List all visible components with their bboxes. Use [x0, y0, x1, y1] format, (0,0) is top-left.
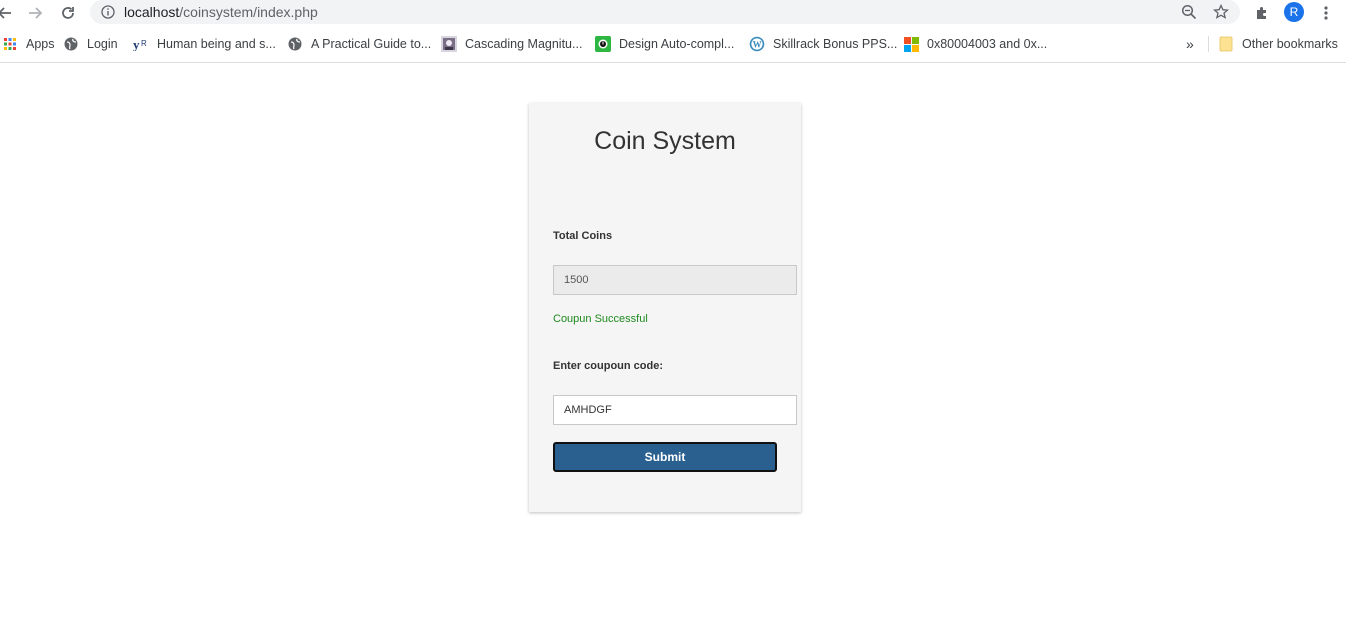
bookmark-label: Design Auto-compl... — [619, 37, 735, 51]
bookmark-login[interactable]: Login — [63, 34, 118, 54]
site-image-icon — [441, 36, 457, 52]
bookmark-human-being[interactable]: yR Human being and s... — [133, 34, 276, 54]
bookmarks-overflow-button[interactable]: » — [1186, 34, 1194, 54]
bookmark-star-icon[interactable] — [1212, 3, 1230, 21]
globe-icon — [63, 36, 79, 52]
profile-avatar[interactable]: R — [1284, 2, 1304, 22]
total-coins-label: Total Coins — [553, 230, 613, 242]
bookmark-label: Human being and s... — [157, 37, 276, 51]
url-host: localhost — [124, 4, 180, 20]
bookmark-apps[interactable]: Apps — [2, 34, 55, 54]
coupon-code-label: Enter coupoun code: — [553, 360, 663, 372]
bookmarks-bar: Apps Login yR Human being and s... A Pra… — [0, 30, 1346, 58]
svg-text:W: W — [753, 40, 762, 50]
bookmark-practical-guide[interactable]: A Practical Guide to... — [287, 34, 431, 54]
globe-icon — [287, 36, 303, 52]
zoom-icon[interactable] — [1180, 3, 1198, 21]
address-bar[interactable]: localhost/coinsystem/index.php — [90, 0, 1240, 24]
wordpress-icon: W — [749, 36, 765, 52]
toolbar-divider — [0, 62, 1346, 63]
coupon-status-message: Coupun Successful — [553, 313, 648, 325]
bookmark-label: A Practical Guide to... — [311, 37, 432, 51]
svg-text:y: y — [133, 37, 140, 51]
submit-button[interactable]: Submit — [553, 442, 777, 472]
total-coins-field: 1500 — [553, 265, 797, 295]
bookmarks-separator — [1208, 36, 1209, 52]
microsoft-icon — [903, 36, 919, 52]
svg-text:R: R — [141, 39, 147, 48]
browser-toolbar: localhost/coinsystem/index.php R — [0, 0, 1346, 26]
bookmark-microsoft[interactable]: 0x80004003 and 0x... — [903, 34, 1047, 54]
coin-system-card: Coin System Total Coins 1500 Coupun Succ… — [529, 103, 801, 512]
url-text: localhost/coinsystem/index.php — [124, 4, 318, 20]
apps-grid-icon — [2, 36, 18, 52]
extensions-puzzle-icon[interactable] — [1252, 3, 1272, 23]
bookmark-label: Other bookmarks — [1242, 37, 1338, 51]
bookmark-skillrack[interactable]: W Skillrack Bonus PPS... — [749, 34, 897, 54]
coupon-code-input[interactable]: AMHDGF — [553, 395, 797, 425]
yr-icon: yR — [133, 36, 149, 52]
reload-icon[interactable] — [57, 2, 79, 24]
green-clock-icon — [595, 36, 611, 52]
bookmark-label: Apps — [26, 37, 55, 51]
bookmark-design-autocomplete[interactable]: Design Auto-compl... — [595, 34, 734, 54]
page-title: Coin System — [594, 127, 736, 155]
forward-arrow-icon[interactable] — [24, 2, 46, 24]
back-arrow-icon[interactable] — [0, 2, 16, 24]
bookmark-other[interactable]: Other bookmarks — [1218, 34, 1338, 54]
bookmark-label: Skillrack Bonus PPS... — [773, 37, 898, 51]
url-path: /coinsystem/index.php — [179, 4, 318, 20]
bookmark-label: Login — [87, 37, 118, 51]
bookmark-label: Cascading Magnitu... — [465, 37, 583, 51]
menu-dots-icon[interactable] — [1316, 3, 1336, 23]
bookmark-cascading[interactable]: Cascading Magnitu... — [441, 34, 582, 54]
site-info-icon[interactable] — [100, 4, 116, 20]
folder-icon — [1218, 36, 1234, 52]
bookmark-label: 0x80004003 and 0x... — [927, 37, 1048, 51]
